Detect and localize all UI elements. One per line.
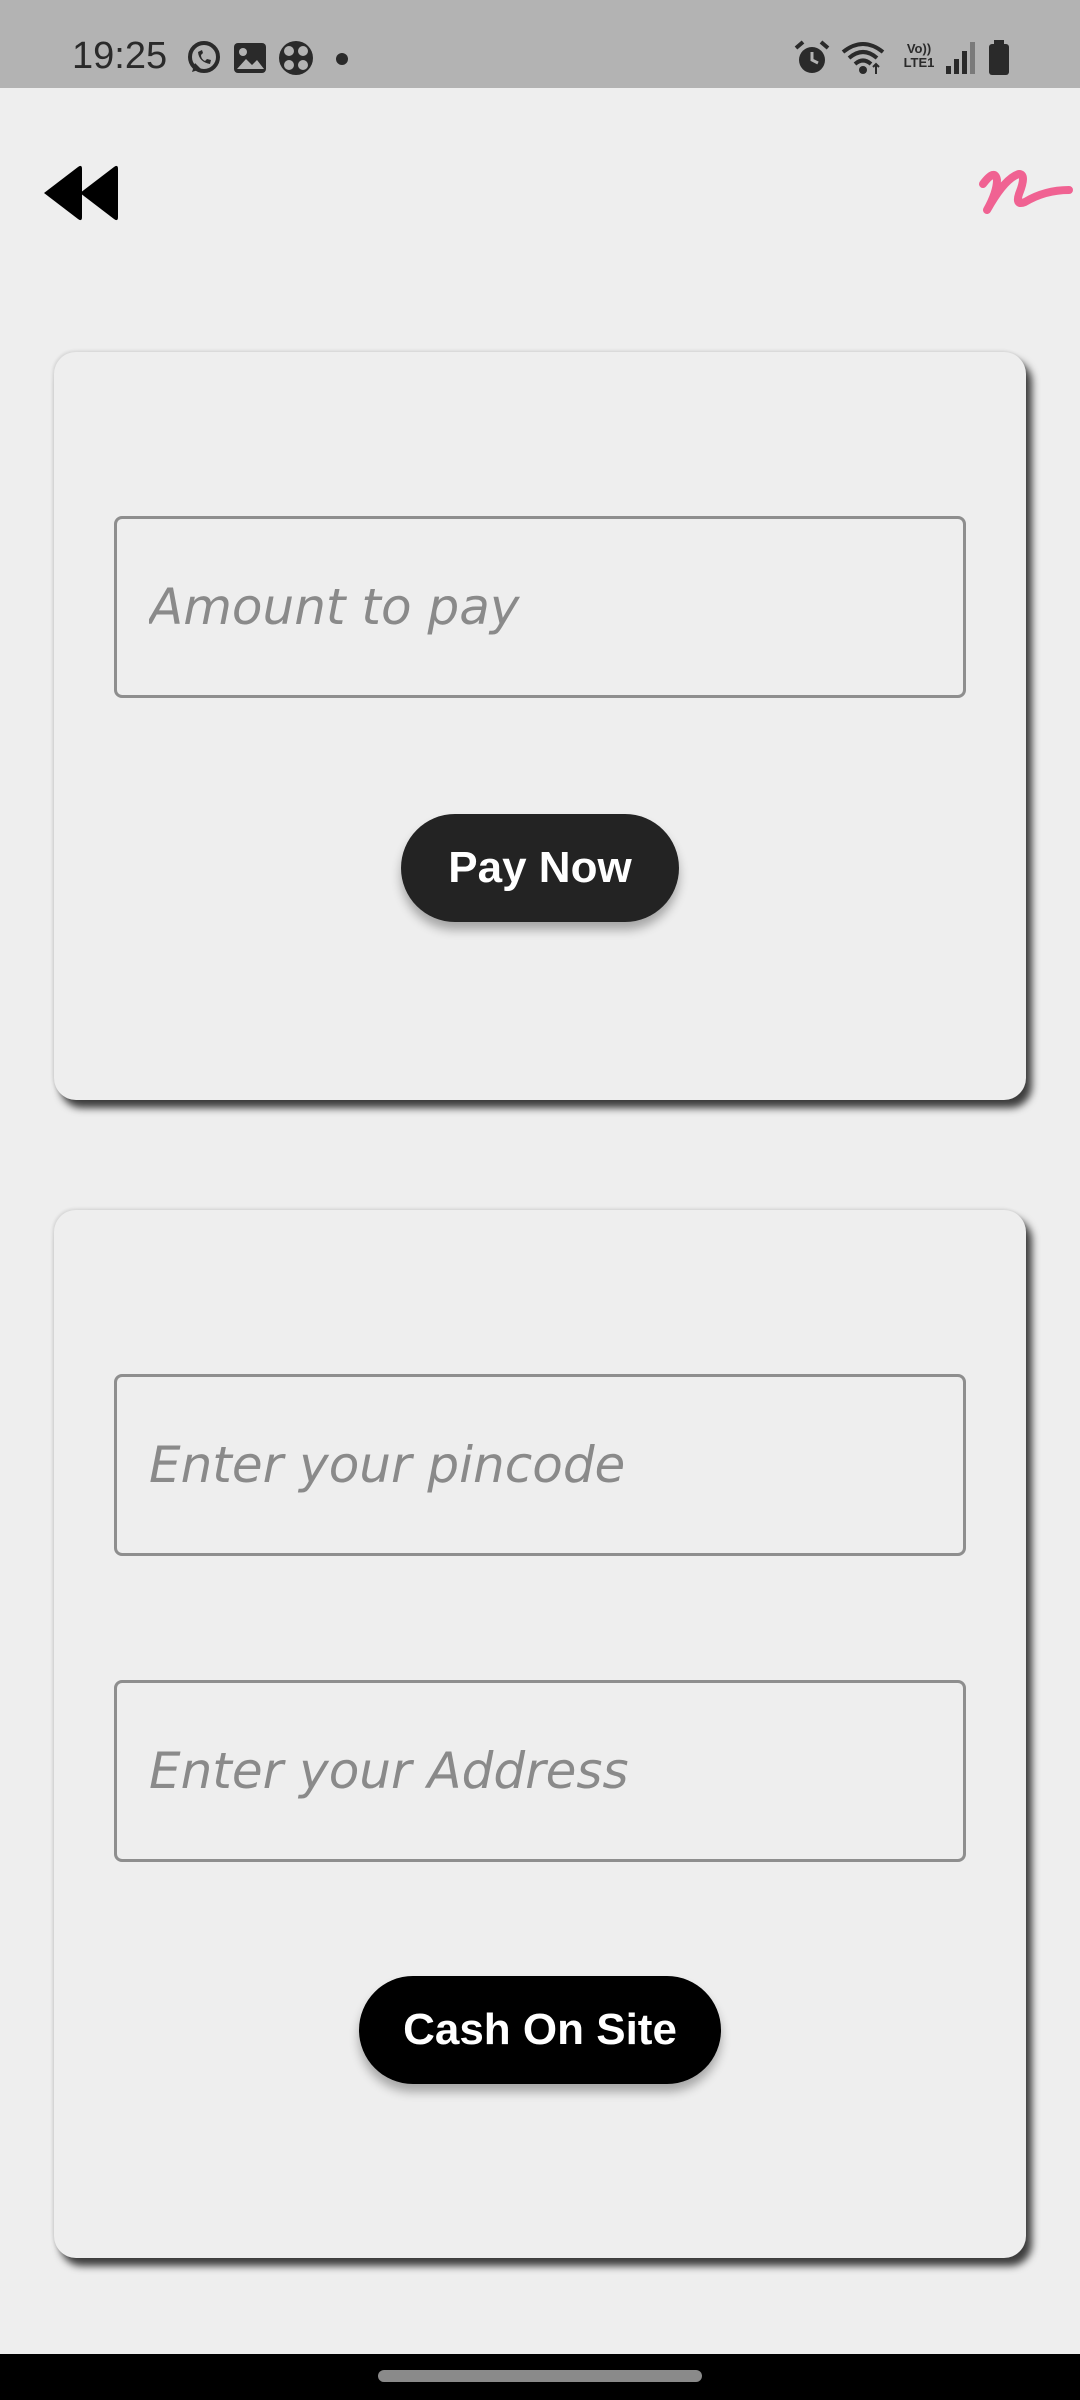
gallery-icon — [234, 43, 266, 73]
rewind-back-icon — [44, 165, 118, 221]
address-field[interactable] — [114, 1680, 966, 1862]
brand-logo-icon — [979, 170, 1073, 214]
status-bar: 19:25 Vo)) LTE1 — [0, 0, 1080, 88]
whatsapp-icon — [188, 41, 220, 73]
app-icon — [279, 41, 313, 75]
amount-field[interactable] — [114, 516, 966, 698]
signal-icon — [946, 42, 975, 74]
payment-screen: 19:25 Vo)) LTE1 Amount to pay Pay Now En… — [0, 0, 1080, 2400]
address-input[interactable] — [117, 1683, 963, 1859]
notification-dot-icon — [336, 53, 348, 65]
alarm-icon — [794, 40, 830, 73]
pay-now-button[interactable]: Pay Now — [401, 814, 679, 922]
cash-on-site-button[interactable]: Cash On Site — [359, 1976, 721, 2084]
cash-on-site-card: Cash On Site — [54, 1210, 1026, 2258]
back-button[interactable] — [40, 158, 130, 228]
wifi-icon — [841, 42, 885, 74]
payment-card: Pay Now — [54, 352, 1026, 1100]
navigation-bar — [0, 2354, 1080, 2400]
pincode-input[interactable] — [117, 1377, 963, 1553]
volte-label: Vo)) LTE1 — [903, 41, 935, 70]
home-gesture-handle[interactable] — [378, 2370, 702, 2382]
pincode-field[interactable] — [114, 1374, 966, 1556]
status-time: 19:25 — [72, 35, 168, 77]
battery-icon — [989, 40, 1009, 75]
amount-input[interactable] — [117, 519, 963, 695]
